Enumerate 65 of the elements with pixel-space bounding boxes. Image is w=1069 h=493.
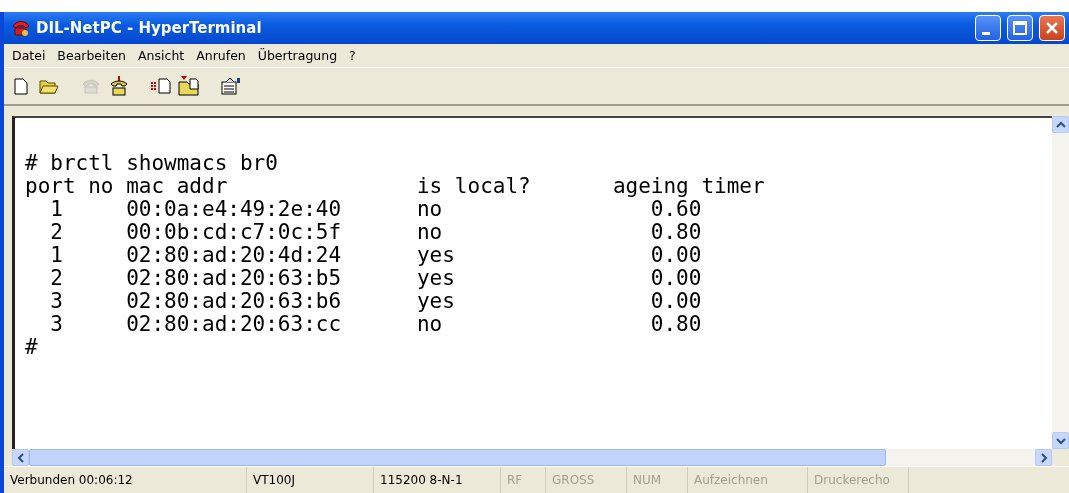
status-field: 115200 8-N-1 (374, 467, 501, 493)
menu-item[interactable]: Datei (8, 48, 54, 63)
terminal-cell-text: 02:80:ad:20:4d:24 (126, 244, 343, 267)
column-header: ageing timer (612, 175, 766, 198)
maximize-icon (1013, 21, 1027, 35)
phone-icon (81, 78, 101, 94)
status-field: NUM (627, 467, 688, 493)
page-send-icon (150, 78, 172, 94)
maximize-button[interactable] (1007, 15, 1033, 41)
close-icon (1045, 21, 1059, 35)
close-button[interactable] (1039, 15, 1065, 41)
status-field: VT100J (247, 467, 374, 493)
menu-item[interactable]: Ansicht (134, 48, 193, 63)
folder-icon (39, 78, 59, 94)
horizontal-scrollbar[interactable] (12, 449, 1052, 466)
terminal-cell-text: 1 (49, 198, 64, 221)
toolbar-button[interactable] (220, 75, 242, 97)
status-field: GROSS (546, 467, 627, 493)
terminal-cell-text: 00:0b:cd:c7:0c:5f (126, 221, 343, 244)
properties-icon (220, 77, 242, 95)
terminal-cell-text: 3 (49, 313, 64, 336)
terminal-cell-text: 0.00 (649, 267, 703, 290)
toolbar-button[interactable] (178, 75, 200, 97)
terminal-cell-text: no (416, 313, 444, 336)
terminal-cell-text: yes (416, 244, 456, 267)
terminal-cell-text: no (416, 198, 444, 221)
toolbar-button[interactable] (108, 75, 130, 97)
status-field: Verbunden 00:06:12 (4, 467, 247, 493)
menu-item[interactable]: Anrufen (192, 48, 254, 63)
toolbar-button[interactable] (150, 75, 172, 97)
terminal-cell-text: 02:80:ad:20:63:b5 (126, 267, 343, 290)
terminal-prompt: # (25, 336, 39, 359)
minimize-icon (982, 31, 990, 35)
terminal-cell-text: 02:80:ad:20:63:cc (126, 313, 343, 336)
terminal-cell-text: 02:80:ad:20:63:b6 (126, 290, 343, 313)
terminal-cell-text: 2 (49, 221, 64, 244)
window-title: DIL-NetPC - HyperTerminal (36, 19, 263, 37)
terminal-cell-text: yes (416, 290, 456, 313)
terminal-cell-text: 3 (49, 290, 64, 313)
terminal-cell-text: 0.00 (649, 244, 703, 267)
document-icon (14, 77, 28, 95)
terminal-cell-text: 0.80 (649, 313, 703, 336)
column-header: mac addr (126, 175, 229, 198)
minimize-button[interactable] (975, 15, 1001, 41)
terminal-cell-text: 00:0a:e4:49:2e:40 (126, 198, 343, 221)
terminal-cell-text: 0.60 (649, 198, 703, 221)
terminal-cell-text: 2 (49, 267, 64, 290)
vertical-scrollbar[interactable] (1052, 116, 1069, 449)
status-field: RF (501, 467, 546, 493)
menu-item[interactable]: ? (345, 48, 364, 63)
phone-icon (110, 76, 128, 96)
terminal-cell-text: 0.80 (649, 221, 703, 244)
status-field: Druckerecho (808, 467, 909, 493)
terminal-cell-text: 0.00 (649, 290, 703, 313)
folder-receive-icon (178, 76, 200, 96)
status-field: Aufzeichnen (688, 467, 808, 493)
menu-item[interactable]: Bearbeiten (53, 48, 135, 63)
terminal-cell-text: 1 (49, 244, 64, 267)
terminal-cell-text: yes (416, 267, 456, 290)
telephone-icon (12, 19, 30, 37)
column-header: is local? (416, 175, 532, 198)
menu-item[interactable]: Übertragung (253, 48, 346, 63)
terminal-command: # brctl showmacs br0 (25, 152, 279, 175)
column-header: port no (25, 175, 115, 198)
terminal-cell-text: no (416, 221, 444, 244)
